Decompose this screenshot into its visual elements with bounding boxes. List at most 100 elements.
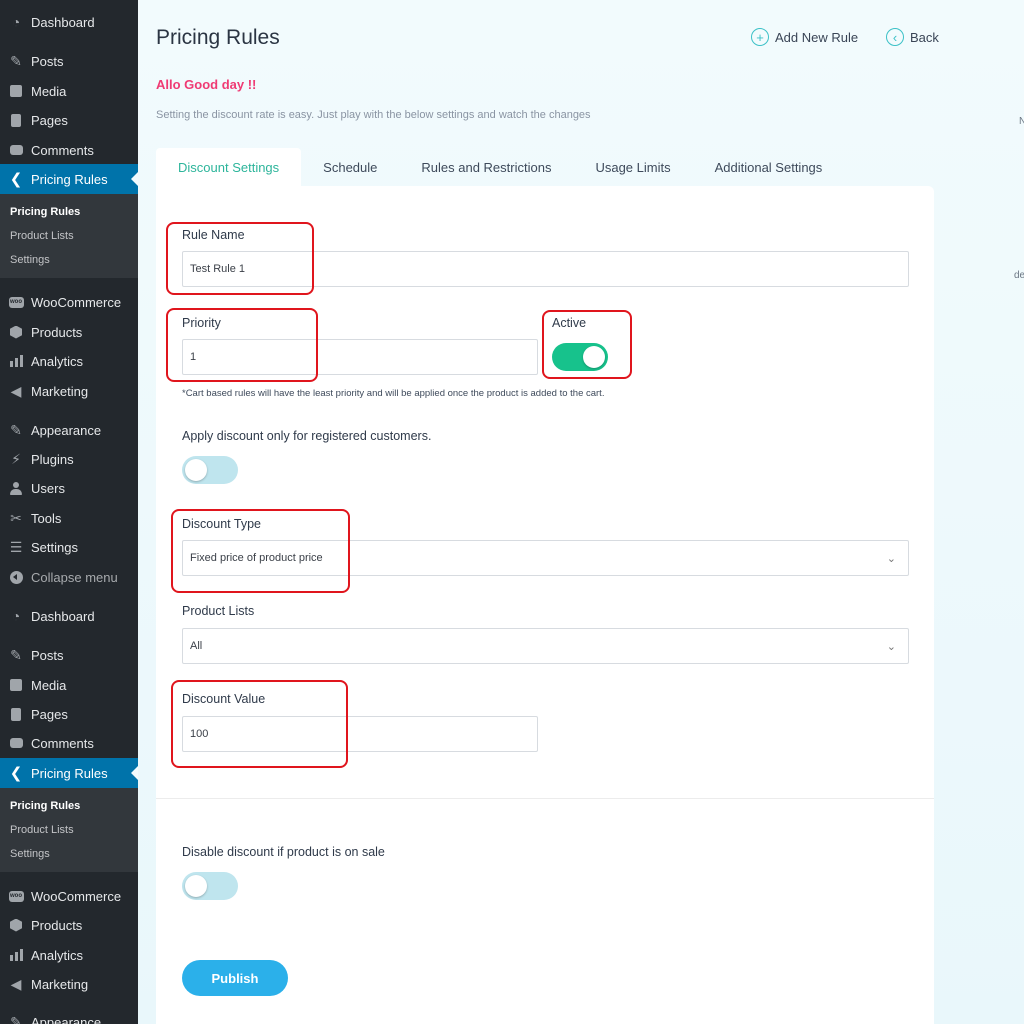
tab-additional-settings[interactable]: Additional Settings (693, 148, 845, 186)
priority-note: *Cart based rules will have the least pr… (182, 388, 605, 399)
menu-collapse[interactable]: Collapse menu (0, 563, 138, 591)
active-toggle[interactable] (552, 343, 608, 371)
menu-analytics[interactable]: Analytics (0, 347, 138, 375)
disable-on-sale-label: Disable discount if product is on sale (182, 845, 385, 859)
menu-tools[interactable]: ✂ Tools (0, 504, 138, 532)
priority-input[interactable]: 1 (182, 339, 538, 375)
menu-appearance[interactable]: ✎ Appearance (0, 1008, 138, 1024)
bar-chart-icon (8, 353, 24, 369)
menu-plugins[interactable]: ⚡ Plugins (0, 445, 138, 473)
greeting-text: Allo Good day !! (156, 77, 257, 92)
menu-posts[interactable]: ✎ Posts (0, 47, 138, 75)
product-lists-label: Product Lists (182, 604, 255, 618)
menu-dashboard[interactable]: ◔ Dashboard (0, 8, 138, 36)
comment-icon (8, 142, 24, 158)
paintbrush-icon: ✎ (10, 1014, 22, 1024)
menu-marketing[interactable]: ◀ Marketing (0, 970, 138, 998)
media-icon (8, 83, 24, 99)
submenu-pricing-rules[interactable]: Pricing Rules (10, 206, 80, 218)
pricing-rules-submenu: Pricing Rules Product Lists Settings (0, 788, 138, 872)
chevron-left-icon: ❮ (9, 764, 23, 782)
submenu-product-lists[interactable]: Product Lists (10, 230, 74, 242)
bar-chart-icon (8, 947, 24, 963)
discount-value-input[interactable]: 100 (182, 716, 538, 752)
menu-woocommerce[interactable]: woo WooCommerce (0, 882, 138, 910)
tab-rules-and-restrictions[interactable]: Rules and Restrictions (399, 148, 573, 186)
menu-posts[interactable]: ✎ Posts (0, 641, 138, 669)
menu-marketing[interactable]: ◀ Marketing (0, 377, 138, 405)
menu-pages[interactable]: Pages (0, 106, 138, 134)
submenu-pricing-rules[interactable]: Pricing Rules (10, 800, 80, 812)
chevron-down-icon: ⌄ (886, 552, 896, 565)
admin-sidebar: ◔ Dashboard ✎ Posts Media Pages Comments ❮… (0, 0, 138, 1024)
cube-icon (8, 917, 24, 933)
paintbrush-icon: ✎ (10, 422, 22, 438)
page-title: Pricing Rules (156, 26, 280, 49)
tab-discount-settings[interactable]: Discount Settings (156, 148, 302, 186)
add-new-rule-button[interactable]: + Add New Rule (751, 28, 858, 46)
pages-icon (8, 112, 24, 128)
menu-products[interactable]: Products (0, 911, 138, 939)
toggle-knob (583, 346, 605, 368)
registered-customers-label: Apply discount only for registered custo… (182, 429, 432, 443)
pushpin-icon: ✎ (10, 53, 22, 69)
settings-panel (156, 186, 934, 1024)
submenu-product-lists[interactable]: Product Lists (10, 824, 74, 836)
plus-circle-icon: + (751, 28, 769, 46)
menu-media[interactable]: Media (0, 77, 138, 105)
toggle-knob (185, 459, 207, 481)
settings-tabs: Discount Settings Schedule Rules and Res… (156, 148, 844, 186)
submenu-settings[interactable]: Settings (10, 254, 50, 266)
pricing-rules-submenu: Pricing Rules Product Lists Settings (0, 194, 138, 278)
edge-text-fragment: de (1014, 270, 1024, 281)
woocommerce-icon: woo (8, 888, 24, 904)
megaphone-icon: ◀ (10, 976, 22, 992)
menu-comments[interactable]: Comments (0, 136, 138, 164)
discount-type-label: Discount Type (182, 517, 261, 531)
user-icon (8, 480, 24, 496)
section-divider (156, 798, 934, 799)
discount-value-label: Discount Value (182, 692, 266, 706)
plug-icon: ⚡ (11, 451, 21, 467)
discount-type-value: Fixed price of product price (190, 552, 323, 564)
megaphone-icon: ◀ (10, 383, 22, 399)
menu-comments[interactable]: Comments (0, 729, 138, 757)
menu-dashboard[interactable]: ◔ Dashboard (0, 602, 138, 630)
rule-name-input[interactable]: Test Rule 1 (182, 251, 909, 287)
disable-on-sale-toggle[interactable] (182, 872, 238, 900)
chevron-left-icon: ❮ (9, 170, 23, 188)
sliders-icon: ☰ (9, 539, 23, 555)
edge-text-fragment: N (1019, 116, 1024, 127)
gauge-icon: ◔ (11, 608, 21, 624)
discount-type-select[interactable]: Fixed price of product price ⌄ (182, 540, 909, 576)
menu-analytics[interactable]: Analytics (0, 941, 138, 969)
comment-icon (8, 735, 24, 751)
back-button[interactable]: ‹ Back (886, 28, 939, 46)
menu-pages[interactable]: Pages (0, 700, 138, 728)
submenu-settings[interactable]: Settings (10, 848, 50, 860)
back-circle-icon: ‹ (886, 28, 904, 46)
tab-usage-limits[interactable]: Usage Limits (573, 148, 692, 186)
chevron-down-icon: ⌄ (886, 640, 896, 653)
rule-name-label: Rule Name (182, 228, 245, 242)
cube-icon (8, 324, 24, 340)
menu-products[interactable]: Products (0, 318, 138, 346)
gauge-icon: ◔ (11, 14, 21, 30)
active-label: Active (552, 316, 587, 330)
collapse-icon (8, 569, 24, 585)
product-lists-value: All (190, 640, 203, 652)
menu-users[interactable]: Users (0, 474, 138, 502)
menu-pricing-rules[interactable]: ❮ Pricing Rules (0, 758, 138, 788)
registered-customers-toggle[interactable] (182, 456, 238, 484)
tab-schedule[interactable]: Schedule (301, 148, 399, 186)
menu-settings[interactable]: ☰ Settings (0, 533, 138, 561)
intro-text: Setting the discount rate is easy. Just … (156, 109, 591, 121)
wrench-icon: ✂ (10, 510, 22, 526)
pushpin-icon: ✎ (10, 647, 22, 663)
menu-media[interactable]: Media (0, 671, 138, 699)
menu-woocommerce[interactable]: woo WooCommerce (0, 288, 138, 316)
menu-appearance[interactable]: ✎ Appearance (0, 416, 138, 444)
publish-button[interactable]: Publish (182, 960, 288, 996)
product-lists-select[interactable]: All ⌄ (182, 628, 909, 664)
menu-pricing-rules[interactable]: ❮ Pricing Rules (0, 164, 138, 194)
